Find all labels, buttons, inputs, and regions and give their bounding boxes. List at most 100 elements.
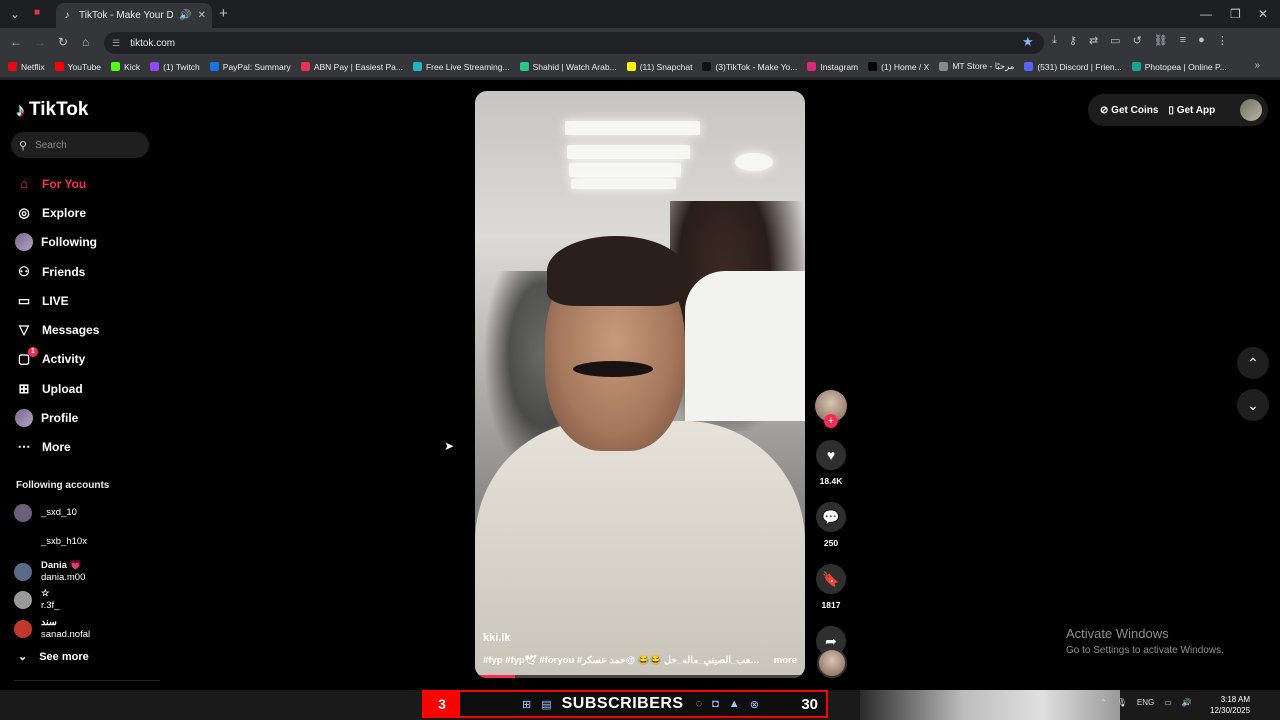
sidebar-item-label: LIVE [42, 293, 69, 308]
windows-start-icon[interactable]: ⊞ [522, 698, 531, 711]
bookmark-item[interactable]: Kick [111, 62, 140, 72]
bookmark-item[interactable]: MT Store - مرحبًا [939, 61, 1014, 72]
discord-icon[interactable]: ◘ [712, 698, 719, 711]
bookmark-item[interactable]: ABN Pay | Easiest Pa... [300, 62, 403, 72]
save-button[interactable]: 🔖 [816, 564, 846, 594]
bookmark-star-icon[interactable]: ★ [1022, 34, 1034, 50]
bookmark-item[interactable]: (3)TikTok - Make Yo... [702, 62, 797, 72]
home-button[interactable]: ⌂ [82, 35, 89, 49]
bookmark-item[interactable]: (1) Home / X [868, 62, 929, 72]
sidebar-item-profile[interactable]: Profile [15, 403, 156, 432]
sidebar-item-following[interactable]: Following [15, 228, 156, 257]
user-avatar[interactable] [1240, 99, 1262, 121]
bookmark-item[interactable]: Instagram [807, 62, 858, 72]
pinned-tab-icon[interactable]: ■ [34, 7, 40, 18]
get-app-button[interactable]: ▯ Get App [1168, 105, 1215, 116]
card-icon[interactable]: ▭ [1110, 34, 1120, 47]
back-button[interactable]: ← [10, 35, 22, 49]
bookmark-item[interactable]: (531) Discord | Frien... [1024, 62, 1122, 72]
previous-video-button[interactable]: ⌃ [1237, 347, 1269, 379]
media-icon[interactable]: ≡ [1180, 34, 1186, 47]
sound-disc-avatar[interactable] [817, 648, 847, 678]
menu-icon[interactable]: ⋮ [1217, 34, 1228, 47]
bookmark-item[interactable]: Shahid | Watch Arab... [519, 62, 617, 72]
bookmark-item[interactable]: PayPal: Summary [209, 62, 291, 72]
comment-icon: 💬 [822, 508, 840, 525]
account-handle: _sxb_h10x [41, 536, 87, 547]
bookmark-favicon-icon [111, 62, 121, 71]
get-coins-label: Get Coins [1111, 104, 1159, 116]
address-bar[interactable]: ☰ tiktok.com [104, 32, 1044, 54]
ceiling-light [569, 163, 681, 177]
tab-search-icon[interactable]: ⌄ [10, 7, 20, 21]
sidebar-item-label: Profile [41, 411, 79, 426]
tray-chevron-icon[interactable]: ⌃ [1100, 698, 1107, 707]
following-account[interactable]: _sxb_h10x [14, 533, 87, 551]
restore-button[interactable]: ❐ [1230, 7, 1241, 21]
taskbar-wallpaper [860, 690, 1120, 720]
new-tab-button[interactable]: + [219, 5, 228, 22]
download-icon[interactable]: ⤓ [1052, 34, 1057, 47]
history-icon[interactable]: ↺ [1133, 34, 1142, 47]
link-icon[interactable]: ⛓ [1154, 34, 1168, 47]
bookmark-item[interactable]: Netflix [8, 62, 45, 72]
account-handle: sanad.nofal [41, 629, 91, 640]
video-player[interactable]: kki.lk #fyp #fyp🕊 #foryou #الشعب_الصيني_… [475, 91, 805, 678]
speaker-icon[interactable]: 🔊 [179, 10, 191, 21]
get-coins-button[interactable]: ⊘ Get Coins [1100, 105, 1158, 116]
language-indicator[interactable]: ENG [1137, 698, 1154, 707]
sidebar-item-upload[interactable]: ⊞ Upload [16, 374, 156, 403]
translate-icon[interactable]: ⇄ [1089, 34, 1098, 47]
video-progress-bar[interactable] [475, 675, 805, 678]
account-names: Dania 💗 dania.m00 [41, 560, 85, 584]
close-window-button[interactable]: ✕ [1258, 7, 1268, 21]
sidebar-item-messages[interactable]: ▽ Messages [16, 315, 156, 344]
following-account[interactable]: ☆ r.3f_ [14, 588, 60, 612]
bookmark-item[interactable]: (1) Twitch [150, 62, 200, 72]
forward-button[interactable]: → [34, 35, 46, 49]
bookmark-item[interactable]: Photopea | Online P... [1131, 62, 1227, 72]
xbox-icon[interactable]: ⊗ [750, 698, 759, 711]
app-icon[interactable]: ▲ [729, 698, 740, 711]
tab-tiktok[interactable]: ♪ TikTok - Make Your Day 🔊 ✕ [56, 3, 212, 28]
search-input[interactable]: ⚲ Search [11, 132, 149, 158]
comment-button[interactable]: 💬 [816, 502, 846, 532]
sidebar-item-more[interactable]: ⋯ More [16, 433, 156, 462]
steam-icon[interactable]: ◌ [696, 698, 703, 711]
minimize-button[interactable]: — [1200, 7, 1212, 21]
network-icon[interactable]: ▭ [1164, 698, 1172, 707]
following-account[interactable]: سند sanad.nofal [14, 617, 90, 641]
bookmark-item[interactable]: Free Live Streaming... [412, 62, 510, 72]
caption-more-button[interactable]: more [774, 655, 797, 666]
like-button[interactable]: ♥ [816, 440, 846, 470]
tiktok-logo[interactable]: ♪ TikTok [16, 99, 88, 121]
following-account[interactable]: _sxd_10 [14, 504, 77, 522]
more-icon: ⋯ [17, 439, 31, 455]
overlay-right-number: 30 [801, 695, 818, 713]
profile-avatar-icon[interactable]: ● [1198, 34, 1205, 47]
video-username[interactable]: kki.lk [483, 632, 511, 644]
bookmark-item[interactable]: (11) Snapchat [626, 62, 692, 72]
system-clock[interactable]: 3:18 AM 12/30/2025 [1210, 694, 1250, 716]
next-video-button[interactable]: ⌄ [1237, 389, 1269, 421]
reload-button[interactable]: ↻ [58, 35, 68, 49]
follow-plus-icon[interactable]: + [824, 414, 838, 428]
microphone-icon[interactable]: 🎙 [1117, 698, 1127, 707]
account-display-name: ☆ [41, 588, 50, 599]
sidebar-item-explore[interactable]: ◎ Explore [16, 198, 156, 227]
following-account[interactable]: Dania 💗 dania.m00 [14, 560, 85, 584]
sidebar-item-activity[interactable]: ▢ 1 Activity [16, 345, 156, 374]
bookmark-item[interactable]: YouTube [54, 62, 101, 72]
creator-avatar[interactable]: + [815, 390, 847, 428]
bookmarks-overflow-icon[interactable]: » [1254, 60, 1260, 71]
tab-close-icon[interactable]: ✕ [198, 10, 206, 21]
sidebar-item-for-you[interactable]: ⌂ For You [16, 169, 156, 198]
file-explorer-icon[interactable]: ▤ [541, 698, 551, 711]
sidebar-item-live[interactable]: ▭ LIVE [16, 286, 156, 315]
sidebar-item-friends[interactable]: ⚇ Friends [16, 257, 156, 286]
bookmark-label: (1) Home / X [881, 61, 930, 72]
volume-icon[interactable]: 🔊 [1182, 698, 1192, 707]
site-info-icon[interactable]: ☰ [112, 38, 120, 49]
password-key-icon[interactable]: ⚷ [1069, 34, 1077, 47]
see-more-button[interactable]: ⌄ See more [18, 650, 89, 664]
